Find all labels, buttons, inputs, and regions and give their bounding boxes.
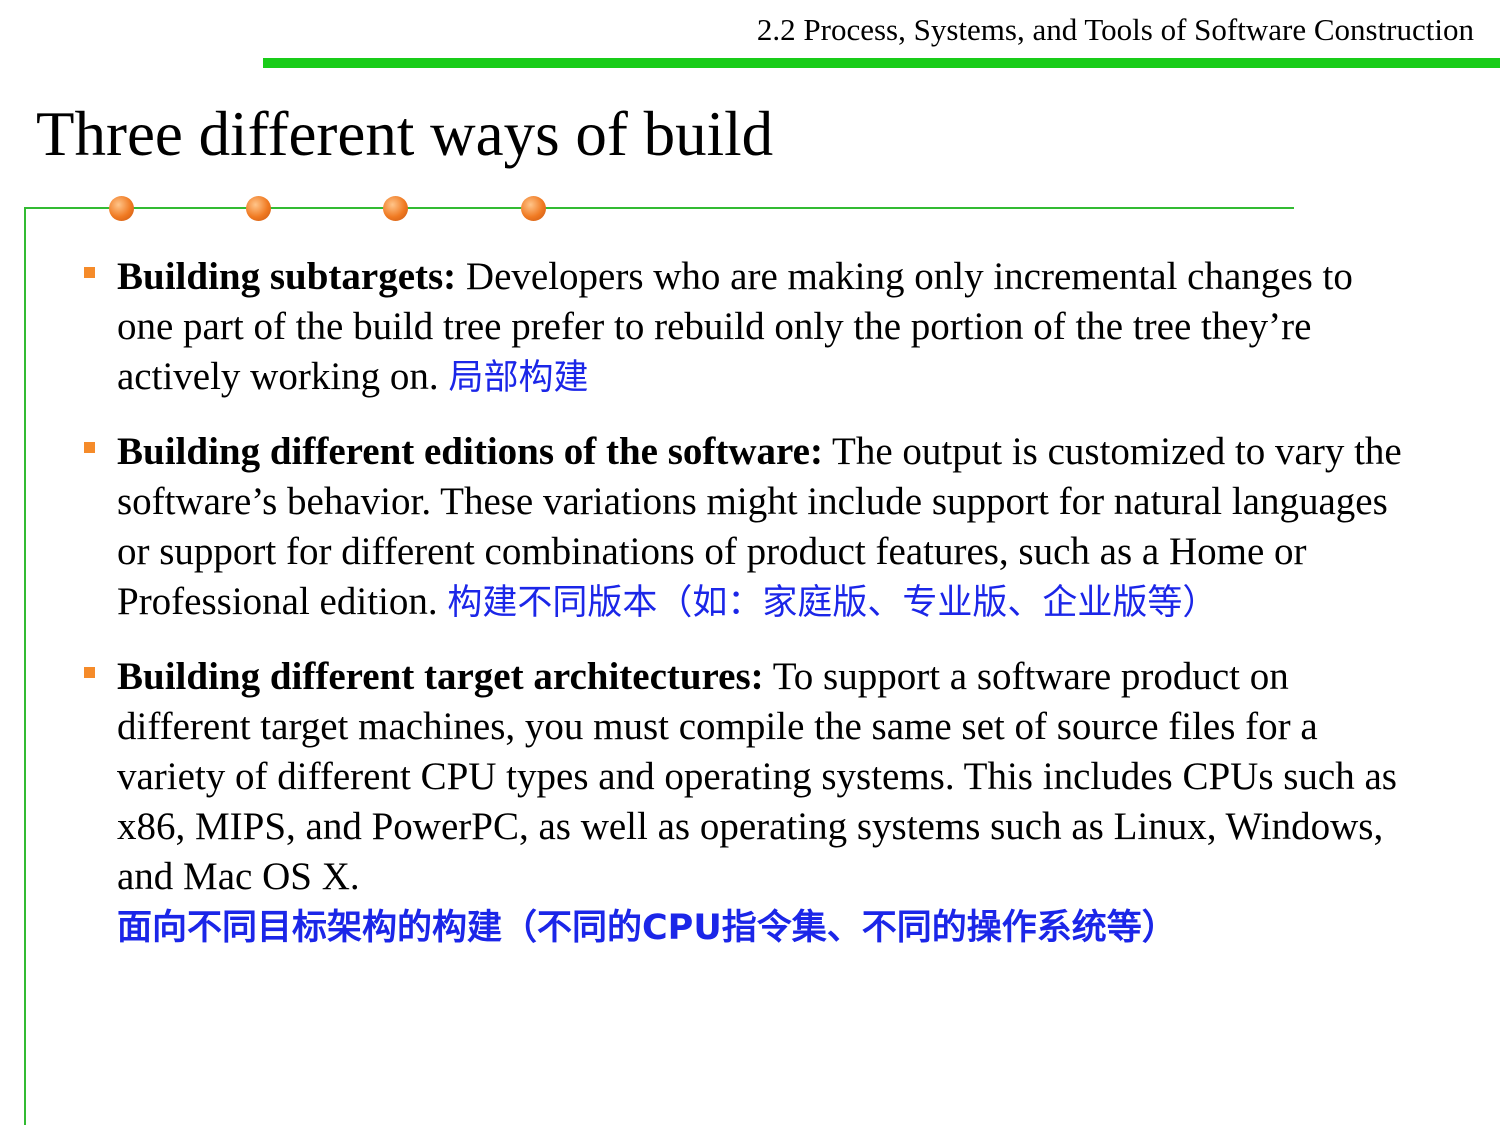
slide: 2.2 Process, Systems, and Tools of Softw… (0, 0, 1500, 1125)
bullet-note-cn: 面向不同目标架构的构建（不同的CPU指令集、不同的操作系统等） (117, 908, 1177, 948)
header-rule (263, 58, 1500, 68)
decorative-dot (246, 196, 271, 221)
bullet-item: Building different target architectures:… (84, 652, 1414, 953)
decorative-dot (109, 196, 134, 221)
frame-left-line (24, 207, 26, 1125)
square-bullet-icon (84, 267, 95, 278)
bullet-term: Building different target architectures: (117, 655, 764, 698)
slide-title: Three different ways of build (36, 99, 774, 169)
bullet-note-cn: 构建不同版本（如：家庭版、专业版、企业版等） (447, 583, 1218, 623)
bullet-term: Building subtargets: (117, 255, 457, 298)
square-bullet-icon (84, 667, 95, 678)
bullet-item: Building subtargets: Developers who are … (84, 252, 1414, 403)
decorative-dot (383, 196, 408, 221)
bullet-item: Building different editions of the softw… (84, 427, 1414, 628)
section-header: 2.2 Process, Systems, and Tools of Softw… (756, 12, 1474, 47)
bullet-list: Building subtargets: Developers who are … (84, 252, 1414, 977)
square-bullet-icon (84, 442, 95, 453)
decorative-dot (521, 196, 546, 221)
bullet-note-cn: 局部构建 (448, 358, 589, 398)
frame-top-line (24, 207, 1294, 209)
bullet-term: Building different editions of the softw… (117, 430, 823, 473)
